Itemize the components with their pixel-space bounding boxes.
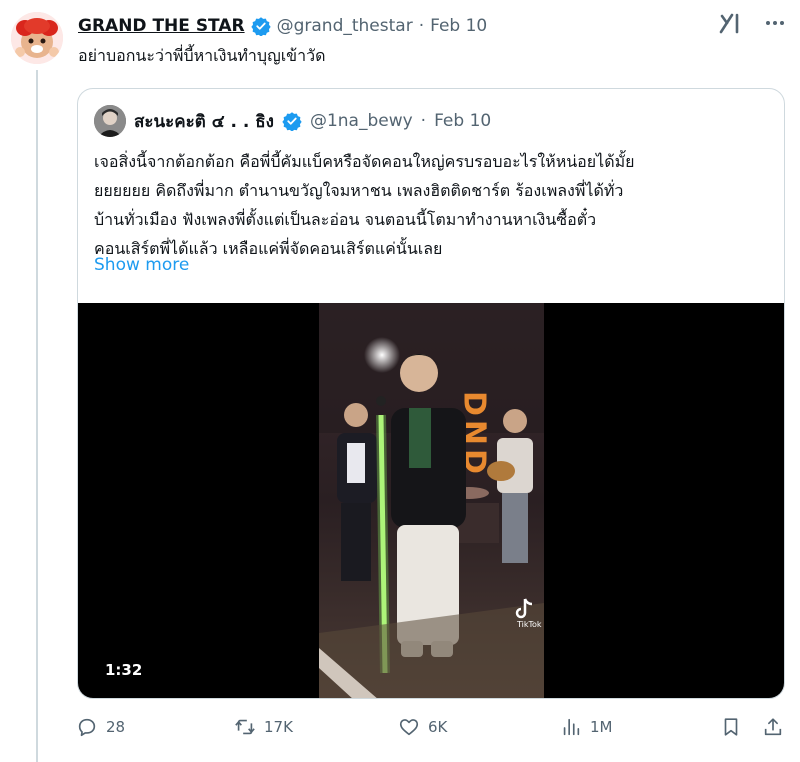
tweet-text: อย่าบอกนะว่าพี่บี้หาเงินทำบุญเข้าวัด (78, 46, 326, 65)
tweet-header: GRAND THE STAR @grand_thestar · Feb 10 (78, 12, 487, 40)
top-actions (718, 12, 786, 34)
quote-author-name[interactable]: สะนะคะติ ๔ . . ธิง (134, 108, 274, 135)
thread-line (36, 70, 38, 762)
quoted-tweet[interactable]: สะนะคะติ ๔ . . ธิง @1na_bewy · Feb 10 เจ… (77, 88, 785, 699)
author-avatar[interactable] (11, 12, 63, 64)
like-count: 6K (428, 718, 448, 736)
quote-text: เจอสิ่งนี้จากต้อกต้อก คือพี่บี้คัมแบ็คหร… (94, 147, 774, 263)
grok-icon[interactable] (718, 12, 744, 34)
concert-video-thumbnail: DND TikTok (319, 303, 544, 698)
reply-count: 28 (106, 718, 126, 736)
tiktok-watermark: TikTok (516, 620, 542, 629)
verified-badge-icon (250, 17, 271, 36)
quote-text-line: เจอสิ่งนี้จากต้อกต้อก คือพี่บี้คัมแบ็คหร… (94, 152, 635, 171)
share-button[interactable] (762, 716, 784, 738)
like-button[interactable]: 6K (398, 716, 447, 738)
repost-button[interactable]: 17K (234, 716, 293, 738)
reply-icon (78, 718, 96, 737)
dot-separator: · (418, 16, 425, 36)
views-button[interactable]: 1M (560, 716, 613, 738)
views-icon (563, 718, 580, 736)
video-frame: DND TikTok (319, 303, 544, 698)
quote-text-line: บ้านทั่วเมือง ฟังเพลงพี่ตั้งแต่เป็นละอ่อ… (94, 210, 597, 229)
quote-text-line: ยยยยยย คิดถึงพี่มาก ตำนานขวัญใจมหาชน เพล… (94, 181, 624, 200)
more-icon[interactable] (764, 12, 786, 34)
share-icon (764, 718, 782, 736)
show-more-link[interactable]: Show more (94, 255, 189, 275)
video-duration: 1:32 (105, 661, 143, 679)
tweet-date[interactable]: Feb 10 (430, 16, 487, 36)
quote-header: สะนะคะติ ๔ . . ธิง @1na_bewy · Feb 10 (94, 105, 491, 137)
quote-author-handle[interactable]: @1na_bewy (310, 111, 413, 131)
repost-icon (235, 719, 255, 735)
quote-verified-badge-icon (282, 112, 302, 131)
repost-count: 17K (264, 718, 293, 736)
quote-avatar-image (94, 105, 126, 137)
author-name[interactable]: GRAND THE STAR (78, 16, 245, 36)
action-bar: 28 17K 6K 1M (76, 716, 788, 750)
bookmark-button[interactable] (720, 716, 742, 738)
reply-button[interactable]: 28 (76, 716, 125, 738)
author-handle[interactable]: @grand_thestar (277, 16, 413, 36)
views-count: 1M (590, 718, 613, 736)
quote-dot-separator: · (420, 111, 427, 131)
bookmark-icon (724, 718, 738, 736)
video-player[interactable]: DND TikTok 1:32 (78, 303, 784, 698)
quote-date[interactable]: Feb 10 (434, 111, 491, 131)
quote-author-avatar[interactable] (94, 105, 126, 137)
like-icon (399, 719, 419, 736)
avatar-image (11, 12, 63, 64)
quote-text-line: คอนเสิร์ตพี่ได้แล้ว เหลือแค่พี่จัดคอนเสิ… (94, 239, 443, 258)
